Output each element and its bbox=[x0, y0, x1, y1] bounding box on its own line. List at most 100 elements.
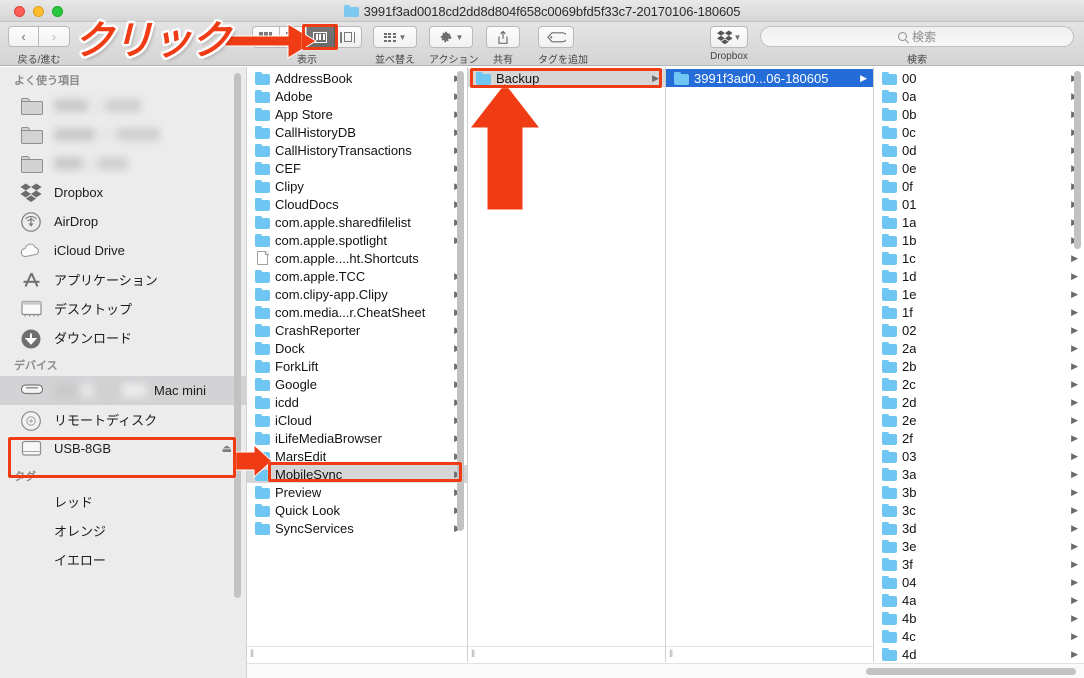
column-1[interactable]: AddressBook▶Adobe▶App Store▶CallHistoryD… bbox=[247, 67, 468, 662]
file-row[interactable]: 0f▶ bbox=[874, 177, 1084, 195]
file-row[interactable]: 4a ▶ bbox=[874, 591, 1084, 609]
column-3-resize-grip[interactable] bbox=[666, 646, 873, 662]
file-row[interactable]: MarsEdit▶ bbox=[247, 447, 467, 465]
file-row[interactable]: 3b ▶ bbox=[874, 483, 1084, 501]
file-row[interactable]: 02 ▶ bbox=[874, 321, 1084, 339]
file-row[interactable]: 00▶ bbox=[874, 69, 1084, 87]
file-row[interactable]: com.apple.sharedfilelist▶ bbox=[247, 213, 467, 231]
sidebar-item-applications[interactable]: アプリケーション bbox=[0, 265, 246, 294]
sidebar-item-tag-yellow[interactable]: イエロー bbox=[0, 545, 246, 574]
file-row[interactable]: com.media...r.CheatSheet▶ bbox=[247, 303, 467, 321]
file-row[interactable]: 0e▶ bbox=[874, 159, 1084, 177]
file-row[interactable]: 4b ▶ bbox=[874, 609, 1084, 627]
sidebar-item-tag-red[interactable]: レッド bbox=[0, 487, 246, 516]
file-row[interactable]: 0d▶ bbox=[874, 141, 1084, 159]
file-row[interactable]: Dock▶ bbox=[247, 339, 467, 357]
file-row[interactable]: 03 ▶ bbox=[874, 447, 1084, 465]
file-row[interactable]: Backup ▶ bbox=[468, 69, 665, 87]
dropbox-button[interactable]: ▼ bbox=[710, 26, 748, 48]
column-1-resize-grip[interactable] bbox=[247, 646, 467, 662]
file-row[interactable]: AddressBook▶ bbox=[247, 69, 467, 87]
file-row[interactable]: 0b▶ bbox=[874, 105, 1084, 123]
sidebar-item-desktop[interactable]: デスクトップ bbox=[0, 294, 246, 323]
file-row[interactable]: 2b ▶ bbox=[874, 357, 1084, 375]
sidebar[interactable]: よく使う項目 Dropbox AirDrop iCloud Drive アプリケ… bbox=[0, 67, 247, 678]
file-row[interactable]: icdd▶ bbox=[247, 393, 467, 411]
file-row[interactable]: CrashReporter▶ bbox=[247, 321, 467, 339]
horizontal-scrollbar[interactable] bbox=[247, 663, 1084, 678]
file-row[interactable]: App Store▶ bbox=[247, 105, 467, 123]
file-row[interactable]: 3a ▶ bbox=[874, 465, 1084, 483]
file-row[interactable]: com.apple.TCC▶ bbox=[247, 267, 467, 285]
sidebar-scrollbar[interactable] bbox=[234, 73, 241, 598]
file-row[interactable]: ForkLift▶ bbox=[247, 357, 467, 375]
column-4-scrollbar[interactable] bbox=[1074, 71, 1081, 249]
column-1-scrollbar[interactable] bbox=[457, 71, 464, 531]
file-row[interactable]: com.apple....ht.Shortcuts bbox=[247, 249, 467, 267]
file-row[interactable]: 0c▶ bbox=[874, 123, 1084, 141]
arrange-button[interactable]: ▼ bbox=[373, 26, 417, 48]
file-row[interactable]: 2d ▶ bbox=[874, 393, 1084, 411]
file-row[interactable]: iLifeMediaBrowser▶ bbox=[247, 429, 467, 447]
file-row[interactable]: 2e ▶ bbox=[874, 411, 1084, 429]
sidebar-item-dropbox[interactable]: Dropbox bbox=[0, 178, 246, 207]
file-row[interactable]: 2f ▶ bbox=[874, 429, 1084, 447]
file-row[interactable]: 1e ▶ bbox=[874, 285, 1084, 303]
view-column-button[interactable] bbox=[307, 26, 335, 48]
file-row[interactable]: CallHistoryDB▶ bbox=[247, 123, 467, 141]
file-row[interactable]: 3991f3ad0...06-180605 ▶ bbox=[666, 69, 873, 87]
file-row[interactable]: 3e ▶ bbox=[874, 537, 1084, 555]
file-row[interactable]: MobileSync▶ bbox=[247, 465, 467, 483]
file-row[interactable]: 4c ▶ bbox=[874, 627, 1084, 645]
file-row[interactable]: 01▶ bbox=[874, 195, 1084, 213]
sidebar-item-downloads[interactable]: ダウンロード bbox=[0, 323, 246, 352]
sidebar-item-tag-orange[interactable]: オレンジ bbox=[0, 516, 246, 545]
file-row[interactable]: 3f ▶ bbox=[874, 555, 1084, 573]
back-button[interactable]: ‹ bbox=[8, 26, 39, 47]
horizontal-scrollbar-thumb[interactable] bbox=[866, 668, 1076, 675]
sidebar-item-mac-mini[interactable]: Mac mini bbox=[0, 376, 246, 405]
file-row[interactable]: 1f ▶ bbox=[874, 303, 1084, 321]
file-row[interactable]: 1a▶ bbox=[874, 213, 1084, 231]
file-row[interactable]: 3d ▶ bbox=[874, 519, 1084, 537]
file-row[interactable]: CEF▶ bbox=[247, 159, 467, 177]
sidebar-item-redacted-1[interactable] bbox=[0, 91, 246, 120]
forward-button[interactable]: › bbox=[39, 26, 70, 47]
file-row[interactable]: Quick Look▶ bbox=[247, 501, 467, 519]
file-row[interactable]: Adobe▶ bbox=[247, 87, 467, 105]
file-row[interactable]: Preview▶ bbox=[247, 483, 467, 501]
file-row[interactable]: com.clipy-app.Clipy▶ bbox=[247, 285, 467, 303]
file-row[interactable]: 2c ▶ bbox=[874, 375, 1084, 393]
file-row[interactable]: SyncServices▶ bbox=[247, 519, 467, 537]
file-row[interactable]: 04 ▶ bbox=[874, 573, 1084, 591]
file-row[interactable]: com.apple.spotlight▶ bbox=[247, 231, 467, 249]
file-row[interactable]: Google▶ bbox=[247, 375, 467, 393]
sidebar-item-remote-disc[interactable]: リモートディスク bbox=[0, 405, 246, 434]
file-row[interactable]: CloudDocs▶ bbox=[247, 195, 467, 213]
file-row[interactable]: 4d ▶ bbox=[874, 645, 1084, 662]
sidebar-item-usb-8gb[interactable]: USB-8GB ⏏ bbox=[0, 434, 246, 463]
sidebar-item-redacted-2[interactable] bbox=[0, 120, 246, 149]
column-3[interactable]: 3991f3ad0...06-180605 ▶ bbox=[666, 67, 874, 662]
file-row[interactable]: Clipy▶ bbox=[247, 177, 467, 195]
column-2[interactable]: Backup ▶ bbox=[468, 67, 666, 662]
search-input[interactable]: 検索 bbox=[760, 26, 1074, 47]
view-coverflow-button[interactable] bbox=[334, 26, 362, 48]
sidebar-item-icloud-drive[interactable]: iCloud Drive bbox=[0, 236, 246, 265]
file-row[interactable]: 1d ▶ bbox=[874, 267, 1084, 285]
column-4[interactable]: 00▶0a▶0b▶0c▶0d▶0e▶0f▶01▶1a▶1b▶1c▶1d▶1e▶1… bbox=[874, 67, 1084, 662]
share-button[interactable] bbox=[486, 26, 520, 48]
eject-icon[interactable]: ⏏ bbox=[222, 442, 232, 455]
add-tag-button[interactable] bbox=[538, 26, 574, 48]
file-row[interactable]: 1b▶ bbox=[874, 231, 1084, 249]
file-row[interactable]: iCloud▶ bbox=[247, 411, 467, 429]
view-list-button[interactable] bbox=[279, 26, 307, 48]
sidebar-item-redacted-3[interactable] bbox=[0, 149, 246, 178]
sidebar-item-airdrop[interactable]: AirDrop bbox=[0, 207, 246, 236]
action-button[interactable]: ▼ bbox=[429, 26, 473, 48]
file-row[interactable]: CallHistoryTransactions▶ bbox=[247, 141, 467, 159]
file-row[interactable]: 2a ▶ bbox=[874, 339, 1084, 357]
file-row[interactable]: 0a▶ bbox=[874, 87, 1084, 105]
view-icon-button[interactable] bbox=[252, 26, 280, 48]
file-row[interactable]: 3c ▶ bbox=[874, 501, 1084, 519]
